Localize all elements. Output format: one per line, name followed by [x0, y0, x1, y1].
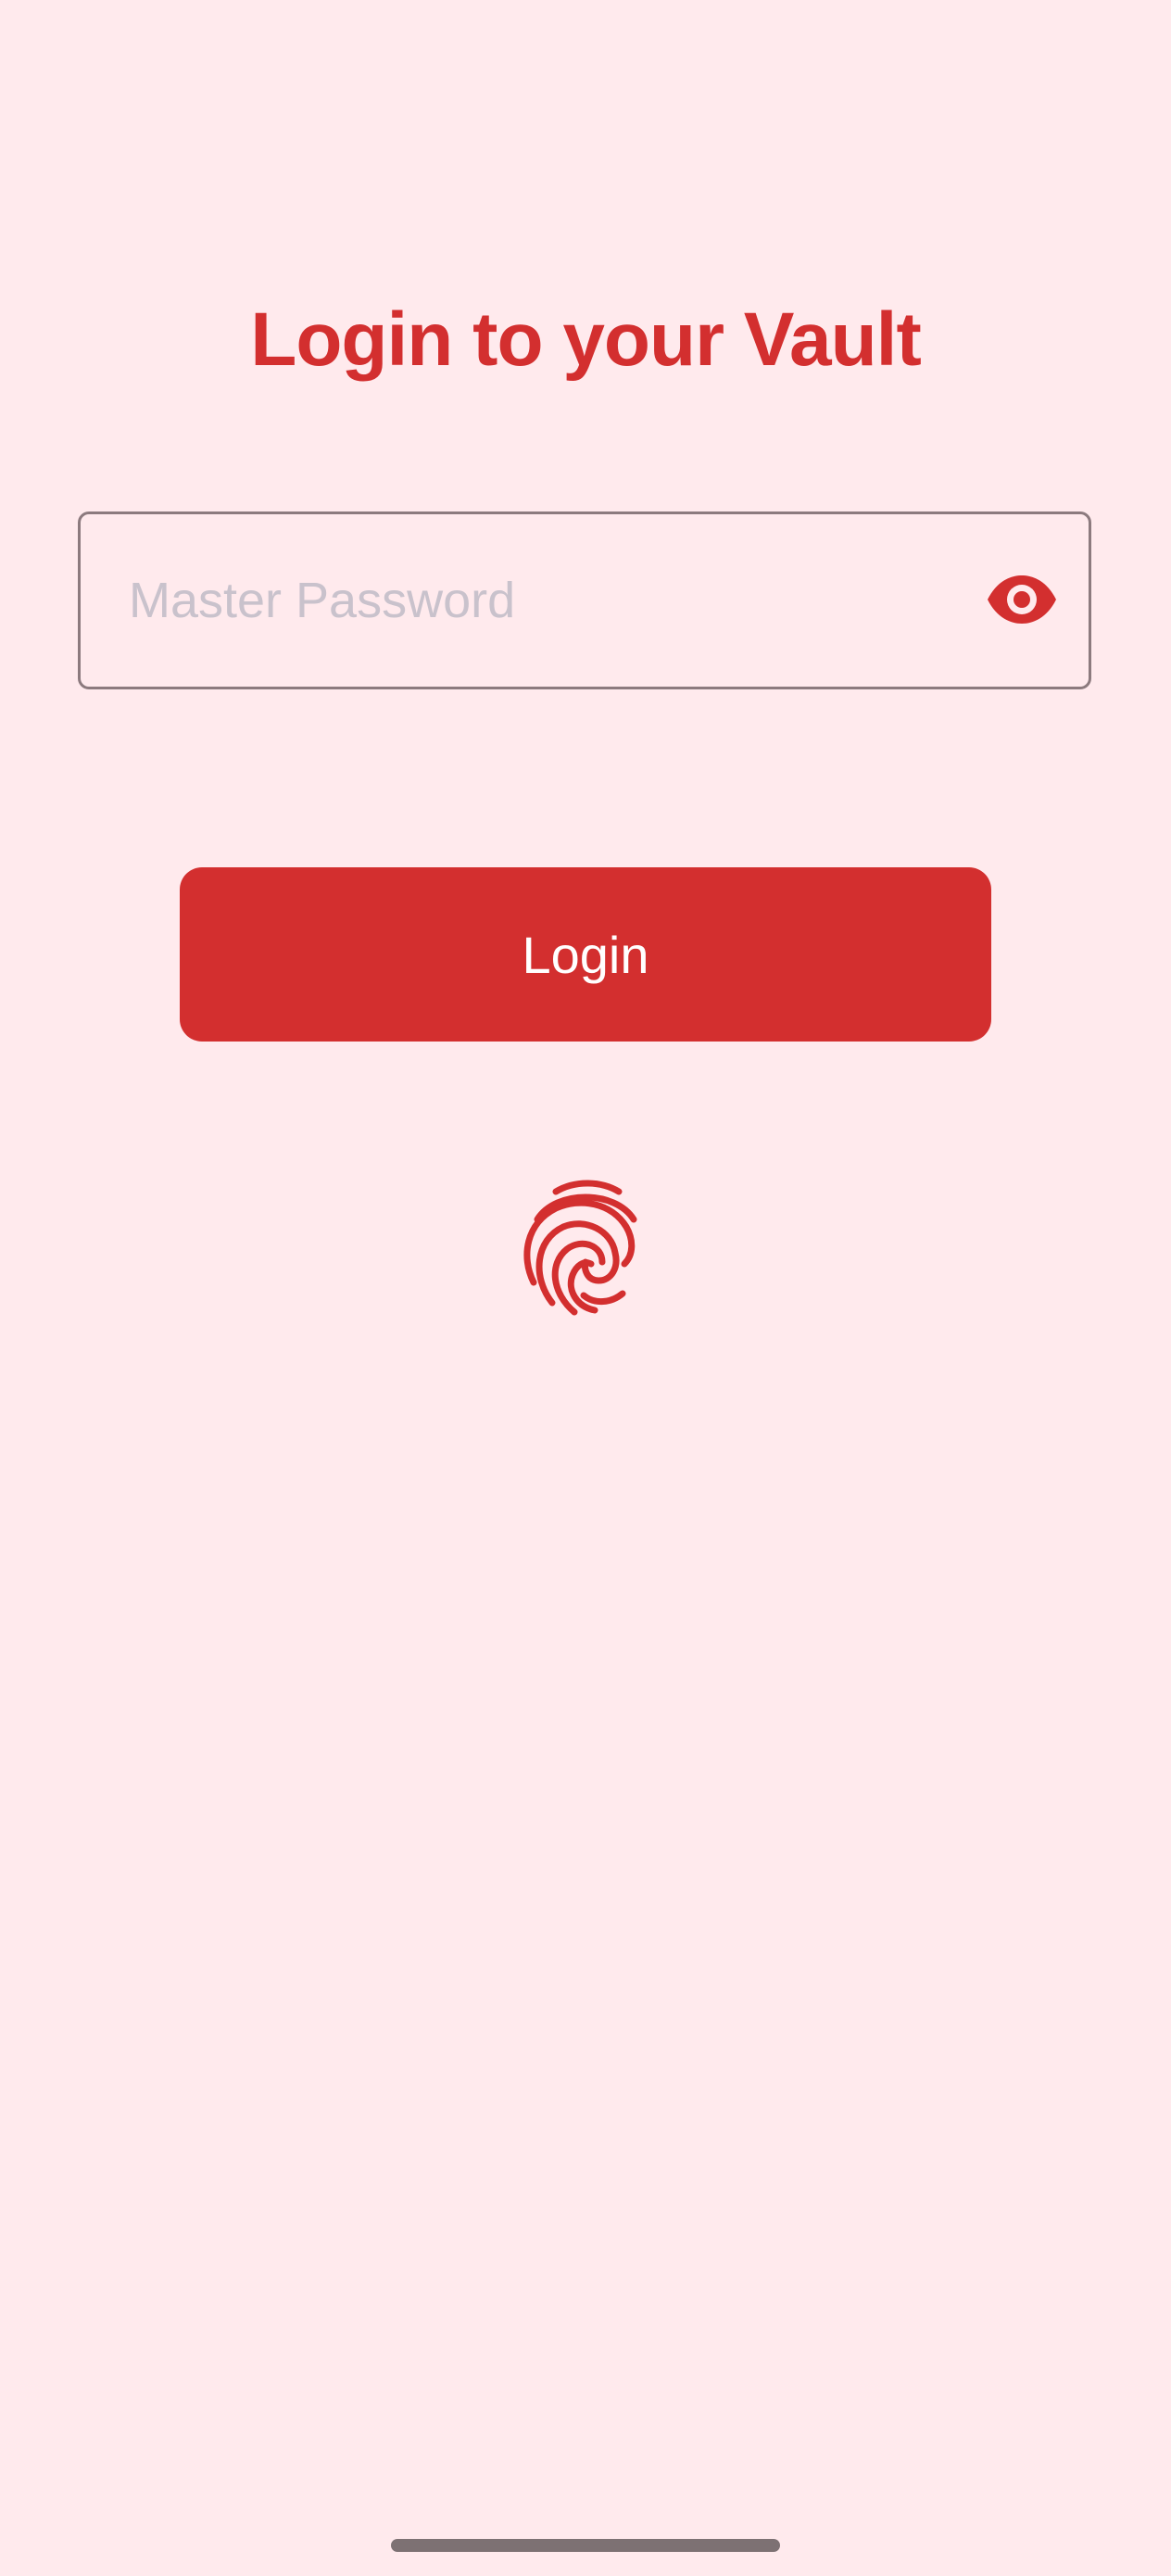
home-indicator[interactable]: [391, 2539, 780, 2552]
login-screen: Login to your Vault Login: [0, 0, 1171, 2576]
eye-icon[interactable]: [977, 562, 1066, 637]
fingerprint-icon[interactable]: [519, 1175, 652, 1320]
page-title: Login to your Vault: [250, 297, 922, 382]
master-password-field[interactable]: [78, 511, 1091, 689]
master-password-input[interactable]: [129, 514, 981, 687]
login-button[interactable]: Login: [180, 867, 991, 1042]
